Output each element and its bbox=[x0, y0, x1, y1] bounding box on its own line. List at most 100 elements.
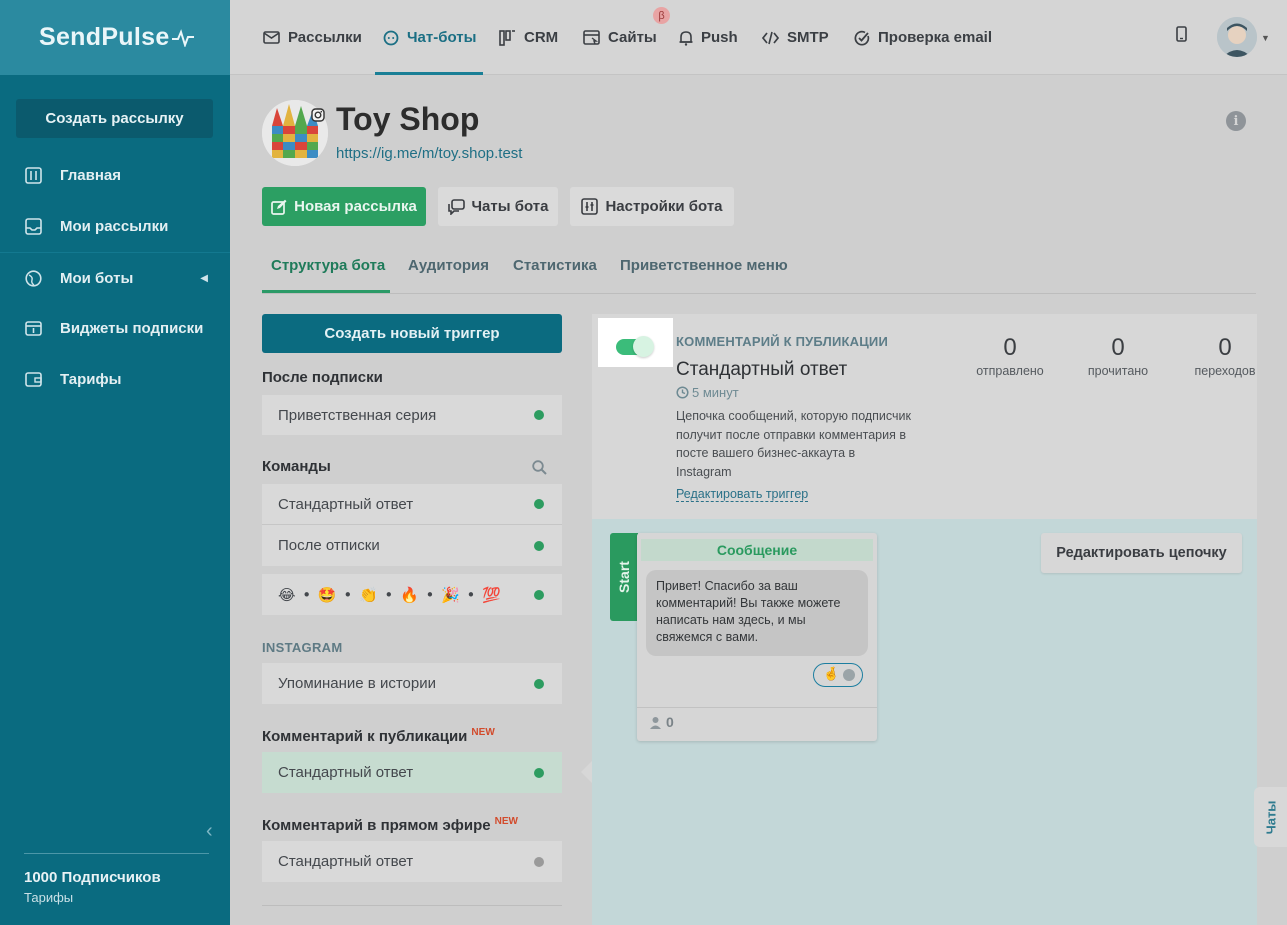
new-badge: NEW bbox=[494, 816, 518, 827]
create-trigger-button[interactable]: Создать новый триггер bbox=[262, 314, 562, 353]
sliders-icon bbox=[24, 167, 42, 185]
check-circle-icon bbox=[854, 30, 870, 46]
divider bbox=[262, 905, 562, 906]
mail-icon bbox=[263, 31, 280, 44]
inbox-icon bbox=[24, 218, 42, 236]
sidebar-item-label: Мои рассылки bbox=[60, 218, 169, 235]
topnav-email-check[interactable]: Проверка email bbox=[854, 0, 992, 75]
toggle-highlight bbox=[598, 318, 673, 367]
stat-clicks: 0 переходов bbox=[1194, 334, 1256, 378]
trigger-item[interactable]: После отписки bbox=[262, 525, 562, 566]
top-nav: Рассылки Чат-боты CRM Сайты β Push SMTP … bbox=[230, 0, 1287, 75]
bot-settings-button[interactable]: Настройки бота bbox=[570, 187, 734, 226]
stat-read: 0 прочитано bbox=[1087, 334, 1149, 378]
topnav-smtp[interactable]: SMTP bbox=[762, 0, 829, 75]
tab-statistics[interactable]: Статистика bbox=[513, 257, 597, 274]
bot-tabs: Структура бота Аудитория Статистика Прив… bbox=[262, 250, 1256, 294]
subscriber-count: 1000 Подписчиков bbox=[24, 869, 161, 886]
trigger-item[interactable]: Стандартный ответ bbox=[262, 484, 562, 525]
trigger-item[interactable]: Стандартный ответ bbox=[262, 752, 562, 793]
bot-chats-button[interactable]: Чаты бота bbox=[438, 187, 558, 226]
section-title: INSTAGRAM bbox=[262, 640, 343, 655]
start-label: Start bbox=[610, 533, 638, 621]
section-title: После подписки bbox=[262, 369, 383, 386]
avatar[interactable] bbox=[1217, 17, 1257, 57]
crm-icon bbox=[499, 29, 516, 46]
trigger-item[interactable]: Упоминание в истории bbox=[262, 663, 562, 704]
sidebar-item-home[interactable]: Главная bbox=[0, 150, 230, 201]
edit-icon bbox=[271, 199, 287, 215]
flow-canvas[interactable]: Start Сообщение Привет! Спасибо за ваш к… bbox=[592, 519, 1257, 925]
tab-welcome-menu[interactable]: Приветственное меню bbox=[620, 257, 788, 274]
status-dot bbox=[534, 856, 544, 867]
settings-sliders-icon bbox=[581, 198, 599, 215]
trigger-item[interactable]: Приветственная серия bbox=[262, 395, 562, 435]
code-icon bbox=[762, 31, 779, 45]
active-tab-indicator bbox=[375, 72, 483, 75]
sidebar-item-label: Тарифы bbox=[60, 371, 122, 388]
info-icon[interactable]: i bbox=[1226, 111, 1246, 131]
status-dot bbox=[534, 589, 544, 600]
section-title: Комментарий в прямом эфире NEW bbox=[262, 816, 518, 834]
chatbot-icon bbox=[383, 30, 399, 46]
bot-link[interactable]: https://ig.me/m/toy.shop.test bbox=[336, 145, 522, 162]
pulse-icon bbox=[171, 29, 194, 48]
bell-icon bbox=[679, 30, 693, 46]
sidebar-item-label: Виджеты подписки bbox=[60, 320, 204, 337]
sidebar-item-bots[interactable]: Мои боты ◀ bbox=[0, 252, 230, 303]
sidebar-item-tariffs[interactable]: Тарифы bbox=[0, 354, 230, 405]
chevron-down-icon[interactable]: ▼ bbox=[1261, 33, 1270, 43]
reaction-button[interactable]: 🤞 bbox=[813, 663, 863, 687]
reaction-emoji: 🤞 bbox=[823, 667, 840, 682]
topnav-crm[interactable]: CRM bbox=[499, 0, 558, 75]
sidebar-item-widgets[interactable]: Виджеты подписки bbox=[0, 303, 230, 354]
trigger-description: Цепочка сообщений, которую подписчик пол… bbox=[676, 409, 911, 479]
user-icon bbox=[650, 716, 661, 729]
divider bbox=[637, 707, 877, 708]
chats-side-tab[interactable]: Чаты bbox=[1254, 787, 1287, 847]
beta-badge: β bbox=[653, 7, 670, 24]
tab-structure[interactable]: Структура бота bbox=[271, 257, 385, 274]
section-title: Комментарий к публикации NEW bbox=[262, 727, 495, 745]
trigger-enabled-toggle[interactable] bbox=[616, 336, 654, 357]
create-campaign-button[interactable]: Создать рассылку bbox=[16, 99, 213, 138]
recipients-count: 0 bbox=[649, 714, 674, 730]
connector-dot[interactable] bbox=[843, 669, 855, 681]
sidebar-item-label: Главная bbox=[60, 167, 122, 184]
tab-audience[interactable]: Аудитория bbox=[408, 257, 489, 274]
trigger-detail-panel: КОММЕНТАРИЙ К ПУБЛИКАЦИИ Стандартный отв… bbox=[592, 314, 1257, 925]
site-icon bbox=[583, 29, 600, 46]
mobile-icon[interactable] bbox=[1176, 26, 1187, 45]
trigger-item[interactable]: Стандартный ответ bbox=[262, 841, 562, 882]
tariffs-link[interactable]: Тарифы bbox=[24, 890, 73, 905]
message-block[interactable]: Сообщение Привет! Спасибо за ваш коммент… bbox=[637, 533, 877, 741]
topnav-sites[interactable]: Сайты bbox=[583, 0, 657, 75]
message-block-title: Сообщение bbox=[641, 539, 873, 561]
sidebar-item-campaigns[interactable]: Мои рассылки bbox=[0, 201, 230, 252]
section-title: Команды bbox=[262, 458, 331, 475]
trigger-title: Стандартный ответ bbox=[676, 359, 848, 380]
search-icon[interactable] bbox=[532, 460, 547, 478]
status-dot bbox=[534, 410, 544, 420]
sendpulse-logo[interactable]: SendPulse bbox=[39, 23, 194, 52]
toggle-knob bbox=[633, 336, 654, 357]
bot-name: Toy Shop bbox=[336, 101, 480, 137]
topnav-campaigns[interactable]: Рассылки bbox=[263, 0, 362, 75]
trigger-item[interactable]: 😂 • 🤩 • 👏 • 🔥 • 🎉 • 💯 bbox=[262, 574, 562, 615]
trigger-detail-header: КОММЕНТАРИЙ К ПУБЛИКАЦИИ Стандартный отв… bbox=[592, 314, 1257, 519]
message-bubble: Привет! Спасибо за ваш комментарий! Вы т… bbox=[646, 570, 868, 656]
new-campaign-button[interactable]: Новая рассылка bbox=[262, 187, 426, 226]
sidebar: SendPulse Создать рассылку Главная Мои р… bbox=[0, 0, 230, 925]
collapse-sidebar-icon[interactable]: ‹ bbox=[206, 820, 213, 843]
instagram-icon bbox=[311, 108, 325, 122]
topnav-push[interactable]: Push bbox=[679, 0, 738, 75]
edit-chain-button[interactable]: Редактировать цепочку bbox=[1041, 533, 1242, 573]
status-dot bbox=[534, 767, 544, 778]
globe-icon bbox=[24, 269, 42, 287]
sidebar-nav: Главная Мои рассылки Мои боты ◀ Виджеты … bbox=[0, 150, 230, 405]
trigger-category: КОММЕНТАРИЙ К ПУБЛИКАЦИИ bbox=[676, 334, 889, 349]
edit-trigger-link[interactable]: Редактировать триггер bbox=[676, 487, 809, 502]
clock-icon bbox=[676, 386, 689, 399]
topnav-chatbots[interactable]: Чат-боты bbox=[383, 0, 476, 75]
status-dot bbox=[534, 499, 544, 509]
